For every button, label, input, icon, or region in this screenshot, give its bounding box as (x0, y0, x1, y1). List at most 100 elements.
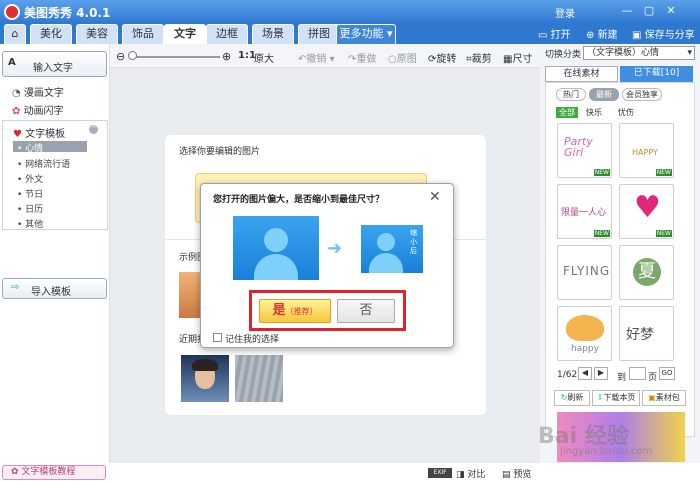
template-thumb-4[interactable]: ♥ NEW (619, 184, 674, 239)
template-item-festival[interactable]: • 节日 (17, 187, 43, 200)
animated-text-item[interactable]: ✿ 动画闪字 (12, 102, 64, 117)
template-thumb-1[interactable]: Party Girl NEW (557, 123, 612, 178)
subfilter-all[interactable]: 全部 (556, 107, 578, 118)
restore-label: 原图 (396, 54, 417, 65)
material-pack-button[interactable]: ▣素材包 (642, 390, 686, 406)
go-button[interactable]: GO (659, 367, 675, 380)
template-item-other[interactable]: • 其他 (17, 217, 43, 230)
download-page-button[interactable]: ⇩下载本页 (592, 390, 640, 406)
template-thumb-8[interactable]: 好梦 (619, 306, 674, 361)
zoom-out-icon[interactable]: ⊖ (116, 50, 125, 63)
tutorial-button[interactable]: ✿ 文字模板教程 (2, 465, 106, 480)
close-icon[interactable]: ✕ (662, 3, 680, 19)
switch-category-label: 切换分类 (545, 50, 582, 60)
text-template-label: 文字模板 (25, 129, 66, 140)
size-button[interactable]: ▦尺寸 (503, 50, 532, 65)
template-thumb-7[interactable]: happy (557, 306, 612, 361)
tab-more[interactable]: 更多功能 ▾ (336, 24, 396, 44)
template-other-label: 其他 (25, 220, 44, 230)
category-value: （文字模板）心情 (587, 48, 660, 58)
next-page-icon[interactable]: ▶ (594, 367, 608, 380)
template-thumb-3[interactable]: 限量一人心 NEW (557, 184, 612, 239)
exif-badge[interactable]: EXIF (428, 468, 452, 478)
filter-latest[interactable]: 最新 (589, 88, 619, 101)
subfilter-sad[interactable]: 忧伤 (618, 107, 634, 118)
thumb-2-text: HAPPY (632, 148, 658, 157)
status-bar: ✿ 文字模板教程 EXIF ◨ 对比 ▤ 预览 (0, 463, 700, 481)
rotate-button[interactable]: ⟳旋转 (428, 50, 456, 65)
new-button[interactable]: ⊕ 新建 (586, 26, 618, 41)
zoom-in-icon[interactable]: ⊕ (222, 50, 231, 63)
filter-vip[interactable]: 会员独享 (622, 88, 662, 101)
no-button[interactable]: 否 (337, 299, 395, 323)
tab-collage[interactable]: 拼图 (298, 24, 340, 44)
right-panel: 切换分类 （文字模板）心情 ▾ 在线素材 已下载[10] 热门 最新 会员独享 全… (540, 44, 700, 481)
category-select[interactable]: （文字模板）心情 ▾ (583, 46, 695, 60)
remember-label: 记住我的选择 (225, 335, 280, 345)
page-indicator: 1/62 (557, 370, 578, 380)
person-body-shape (254, 254, 298, 280)
yes-button[interactable]: 是（推荐） (259, 299, 331, 323)
thumb-3-text: 限量一人心 (561, 208, 607, 218)
home-icon[interactable]: ⌂ (4, 24, 26, 44)
tab-beauty[interactable]: 美容 (76, 24, 118, 44)
text-template-header[interactable]: ♥ 文字模板 (13, 125, 65, 140)
page-unit-label: 页 (648, 373, 658, 383)
preview-button[interactable]: ▤ 预览 (502, 467, 531, 480)
input-text-button[interactable]: A 输入文字 (2, 51, 107, 77)
large-image-icon (233, 216, 319, 280)
template-section: ♥ 文字模板 ^ • 心情 • 网络流行语 • 外文 • 节日 • 日历 • 其… (2, 120, 108, 230)
restore-button[interactable]: ○原图 (388, 50, 417, 65)
import-template-label: 导入模板 (31, 287, 71, 298)
tab-frame[interactable]: 边框 (206, 24, 248, 44)
remember-checkbox[interactable] (213, 333, 222, 342)
material-pack-label: 素材包 (655, 393, 680, 402)
template-item-internet[interactable]: • 网络流行语 (17, 157, 70, 170)
refresh-button[interactable]: ↻刷新 (554, 390, 590, 406)
save-share-button[interactable]: ▣ 保存与分享 (632, 26, 695, 41)
tab-accessory[interactable]: 饰品 (122, 24, 164, 44)
template-item-foreign[interactable]: • 外文 (17, 172, 43, 185)
collapse-icon[interactable]: ^ (89, 125, 98, 134)
recent-image-1[interactable] (181, 355, 229, 402)
template-thumb-6[interactable]: 夏 (619, 245, 674, 300)
compare-button[interactable]: ◨ 对比 (456, 467, 485, 480)
original-size-button[interactable]: 原大 (254, 50, 274, 65)
login-link[interactable]: 登录 (555, 5, 575, 20)
crop-button[interactable]: ⌗裁剪 (466, 50, 492, 65)
tab-text[interactable]: 文字 (164, 24, 206, 44)
template-item-mood[interactable]: • 心情 (17, 141, 43, 154)
recent-image-2[interactable] (235, 355, 283, 402)
tab-online-material[interactable]: 在线素材 (545, 66, 618, 82)
subfilter-happy[interactable]: 快乐 (586, 107, 602, 118)
compare-label: 对比 (467, 470, 486, 480)
heart-icon: ♥ (13, 129, 26, 140)
prev-page-icon[interactable]: ◀ (578, 367, 592, 380)
filter-hot[interactable]: 热门 (556, 88, 586, 101)
undo-button[interactable]: ↶撤销 ▾ (298, 50, 335, 65)
maximize-icon[interactable]: ▢ (640, 3, 658, 19)
page-input[interactable] (629, 367, 646, 380)
template-thumb-5[interactable]: FLYING (557, 245, 612, 300)
thumb-7-shape (566, 315, 604, 341)
template-thumb-2[interactable]: HAPPY NEW (619, 123, 674, 178)
person-head-small-shape (377, 233, 395, 251)
undo-label: 撤销 (306, 54, 327, 65)
comic-text-item[interactable]: ◔ 漫画文字 (12, 84, 64, 99)
zoom-slider-handle[interactable] (128, 51, 137, 60)
tab-scene[interactable]: 场景 (252, 24, 294, 44)
minimize-icon[interactable]: — (618, 3, 636, 19)
dialog-close-icon[interactable]: ✕ (429, 189, 441, 205)
tab-downloaded[interactable]: 已下载[10] (620, 66, 693, 82)
thumb-7-text: happy (571, 344, 599, 354)
open-button[interactable]: ▭ 打开 (538, 26, 571, 41)
tab-beautify[interactable]: 美化 (30, 24, 72, 44)
zoom-slider[interactable] (130, 56, 220, 58)
template-item-calendar[interactable]: • 日历 (17, 202, 43, 215)
crop-label: 裁剪 (471, 54, 492, 65)
save-label: 保存与分享 (644, 30, 695, 41)
import-template-button[interactable]: ⇨ 导入模板 (2, 278, 107, 299)
new-label: 新建 (597, 30, 618, 41)
download-page-label: 下载本页 (603, 393, 636, 402)
redo-button[interactable]: ↷重做 (348, 50, 376, 65)
